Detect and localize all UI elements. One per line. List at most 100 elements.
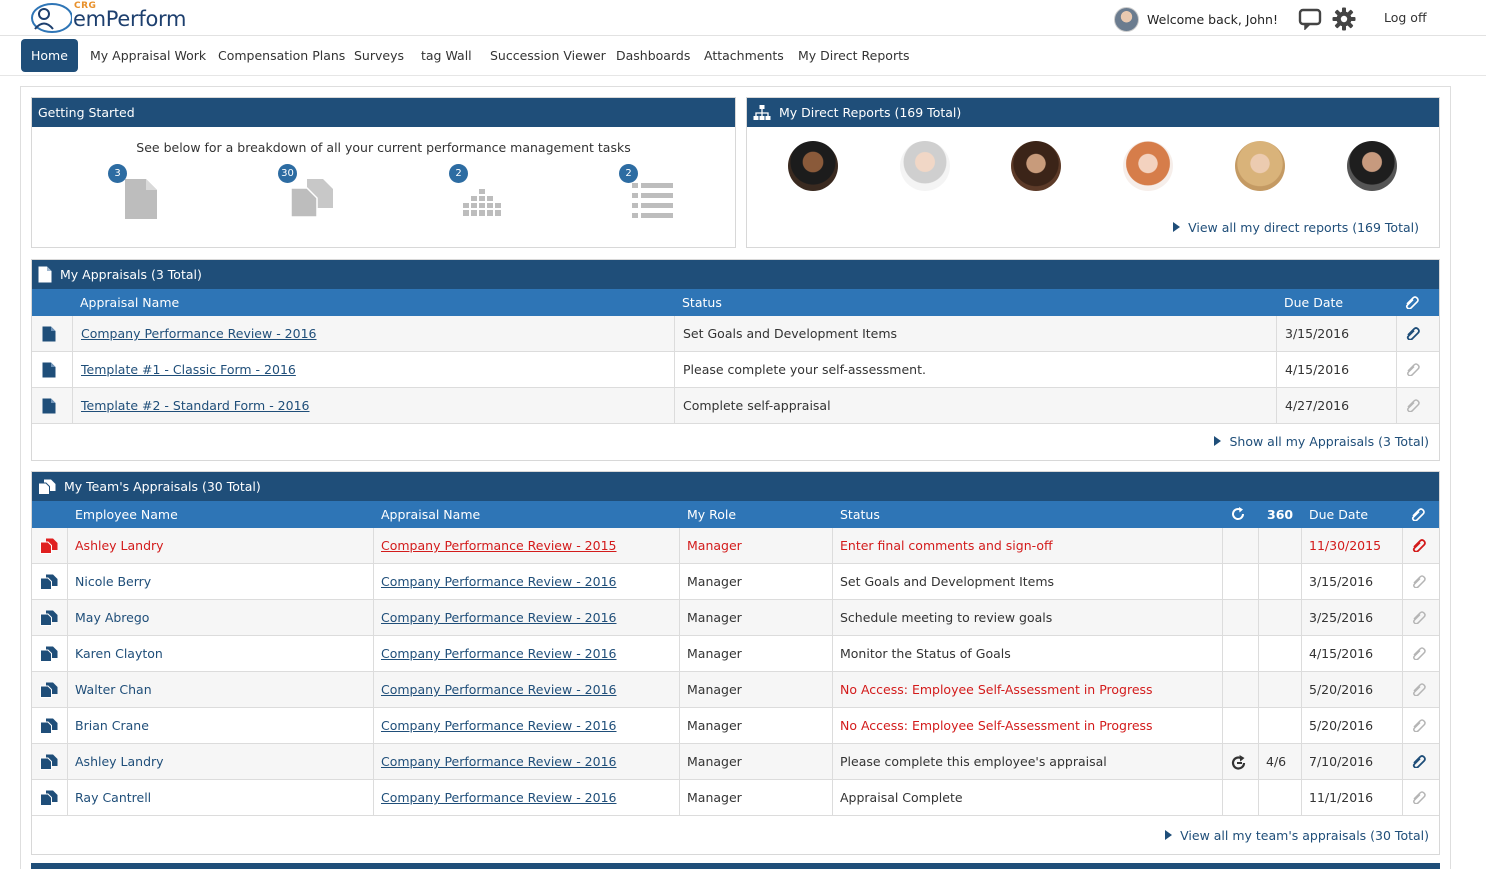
table-row[interactable]: Template #1 - Classic Form - 2016 Please…: [32, 352, 1439, 388]
appraisal-name-link[interactable]: Company Performance Review - 2016: [381, 600, 617, 636]
appraisal-status: No Access: Employee Self-Assessment in P…: [840, 718, 1153, 733]
column-appraisal-name[interactable]: Appraisal Name: [381, 507, 480, 522]
table-row[interactable]: Nicole Berry Company Performance Review -…: [32, 564, 1439, 600]
column-due-date[interactable]: Due Date: [1284, 295, 1343, 310]
appraisal-name-link[interactable]: Company Performance Review - 2016: [381, 708, 617, 744]
view-all-direct-reports-link[interactable]: View all my direct reports (169 Total): [1173, 220, 1419, 235]
paperclip-icon[interactable]: [1411, 682, 1427, 696]
documents-icon: [40, 790, 58, 806]
refresh-icon[interactable]: [1230, 754, 1248, 772]
column-360[interactable]: 360: [1267, 507, 1293, 522]
emperform-logo[interactable]: CRG emPerform: [28, 1, 188, 35]
column-my-role[interactable]: My Role: [687, 507, 736, 522]
appraisal-name-link[interactable]: Company Performance Review - 2016: [81, 316, 317, 352]
documents-icon: [40, 538, 58, 554]
paperclip-icon[interactable]: [1411, 646, 1427, 660]
appraisal-name-link[interactable]: Template #1 - Classic Form - 2016: [81, 352, 296, 388]
direct-report-avatar[interactable]: [1123, 141, 1173, 191]
appraisal-due-date: 3/25/2016: [1309, 610, 1374, 625]
table-row[interactable]: Ray Cantrell Company Performance Review -…: [32, 780, 1439, 816]
surveys-task-button[interactable]: 2: [449, 164, 509, 224]
refresh-icon: [1232, 507, 1245, 520]
my-role: Manager: [687, 754, 742, 769]
nav-dashboards[interactable]: Dashboards: [606, 39, 700, 72]
nav-compensation-plans[interactable]: Compensation Plans: [208, 39, 355, 72]
chat-icon[interactable]: [1298, 8, 1322, 30]
tasks-list-button[interactable]: 2: [619, 164, 679, 224]
column-employee-name[interactable]: Employee Name: [75, 507, 178, 522]
table-row[interactable]: Walter Chan Company Performance Review - …: [32, 672, 1439, 708]
table-row[interactable]: Ashley Landry Company Performance Review …: [32, 528, 1439, 564]
appraisal-status: Complete self-appraisal: [683, 398, 831, 413]
direct-report-avatar[interactable]: [900, 141, 950, 191]
table-row[interactable]: Karen Clayton Company Performance Review …: [32, 636, 1439, 672]
logoff-link[interactable]: Log off: [1384, 10, 1427, 25]
user-avatar[interactable]: [1114, 6, 1139, 32]
document-icon: [42, 326, 56, 342]
column-due-date[interactable]: Due Date: [1309, 507, 1368, 522]
nav-succession-viewer[interactable]: Succession Viewer: [480, 39, 616, 72]
appraisal-name-link[interactable]: Company Performance Review - 2016: [381, 780, 617, 816]
appraisal-due-date: 11/30/2015: [1309, 538, 1382, 553]
nav-my-appraisal-work[interactable]: My Appraisal Work: [80, 39, 216, 72]
gear-icon[interactable]: [1332, 7, 1356, 31]
paperclip-icon[interactable]: [1405, 326, 1421, 340]
table-row[interactable]: Ashley Landry Company Performance Review …: [32, 744, 1439, 780]
view-all-team-appraisals-link[interactable]: View all my team's appraisals (30 Total): [1165, 828, 1429, 843]
appraisal-name-link[interactable]: Template #2 - Standard Form - 2016: [81, 388, 310, 424]
nav-tag-wall[interactable]: tag Wall: [411, 39, 482, 72]
appraisal-status: Please complete this employee's appraisa…: [840, 754, 1107, 769]
employee-name[interactable]: Ray Cantrell: [75, 780, 151, 816]
employee-name[interactable]: Nicole Berry: [75, 564, 151, 600]
table-row[interactable]: Brian Crane Company Performance Review - …: [32, 708, 1439, 744]
logo-text: emPerform: [73, 7, 187, 31]
table-row[interactable]: Company Performance Review - 2016 Set Go…: [32, 316, 1439, 352]
column-status[interactable]: Status: [682, 295, 722, 310]
appraisal-status: Monitor the Status of Goals: [840, 646, 1011, 661]
appraisal-due-date: 4/15/2016: [1285, 362, 1350, 377]
nav-my-direct-reports[interactable]: My Direct Reports: [788, 39, 920, 72]
nav-home[interactable]: Home: [21, 39, 78, 72]
paperclip-icon[interactable]: [1411, 538, 1427, 552]
show-all-appraisals-link[interactable]: Show all my Appraisals (3 Total): [1214, 434, 1429, 449]
paperclip-icon[interactable]: [1405, 362, 1421, 376]
employee-name[interactable]: Walter Chan: [75, 672, 152, 708]
appraisal-name-link[interactable]: Company Performance Review - 2016: [381, 744, 617, 780]
direct-report-avatar[interactable]: [788, 141, 838, 191]
appraisals-task-button[interactable]: 3: [108, 164, 168, 224]
appraisal-due-date: 5/20/2016: [1309, 682, 1374, 697]
appraisal-name-link[interactable]: Company Performance Review - 2016: [381, 564, 617, 600]
employee-name[interactable]: May Abrego: [75, 600, 149, 636]
paperclip-icon[interactable]: [1405, 398, 1421, 412]
paperclip-icon[interactable]: [1411, 718, 1427, 732]
appraisal-name-link[interactable]: Company Performance Review - 2015: [381, 528, 617, 564]
paperclip-icon[interactable]: [1411, 754, 1427, 768]
paperclip-icon[interactable]: [1411, 790, 1427, 804]
table-row[interactable]: Template #2 - Standard Form - 2016 Compl…: [32, 388, 1439, 424]
logo-mark-icon: [31, 3, 72, 33]
employee-name[interactable]: Karen Clayton: [75, 636, 163, 672]
direct-report-avatar[interactable]: [1011, 141, 1061, 191]
team-appraisals-task-button[interactable]: 30: [278, 164, 338, 224]
org-chart-icon: [753, 104, 771, 121]
direct-report-avatar[interactable]: [1235, 141, 1285, 191]
paperclip-icon[interactable]: [1411, 610, 1427, 624]
table-row[interactable]: May Abrego Company Performance Review - 2…: [32, 600, 1439, 636]
employee-name[interactable]: Brian Crane: [75, 708, 149, 744]
team-appraisals-count-badge: 30: [278, 164, 297, 183]
getting-started-header: Getting Started: [32, 98, 735, 127]
paperclip-icon[interactable]: [1411, 574, 1427, 588]
column-appraisal-name[interactable]: Appraisal Name: [80, 295, 179, 310]
appraisal-name-link[interactable]: Company Performance Review - 2016: [381, 636, 617, 672]
employee-name[interactable]: Ashley Landry: [75, 744, 164, 780]
appraisal-status: Set Goals and Development Items: [840, 574, 1055, 589]
column-status[interactable]: Status: [840, 507, 880, 522]
direct-report-avatar[interactable]: [1347, 141, 1397, 191]
document-icon: [125, 179, 157, 219]
nav-attachments[interactable]: Attachments: [694, 39, 794, 72]
nav-surveys[interactable]: Surveys: [344, 39, 414, 72]
employee-name[interactable]: Ashley Landry: [75, 528, 164, 564]
appraisal-name-link[interactable]: Company Performance Review - 2016: [381, 672, 617, 708]
my-role: Manager: [687, 610, 742, 625]
documents-icon: [40, 574, 58, 590]
